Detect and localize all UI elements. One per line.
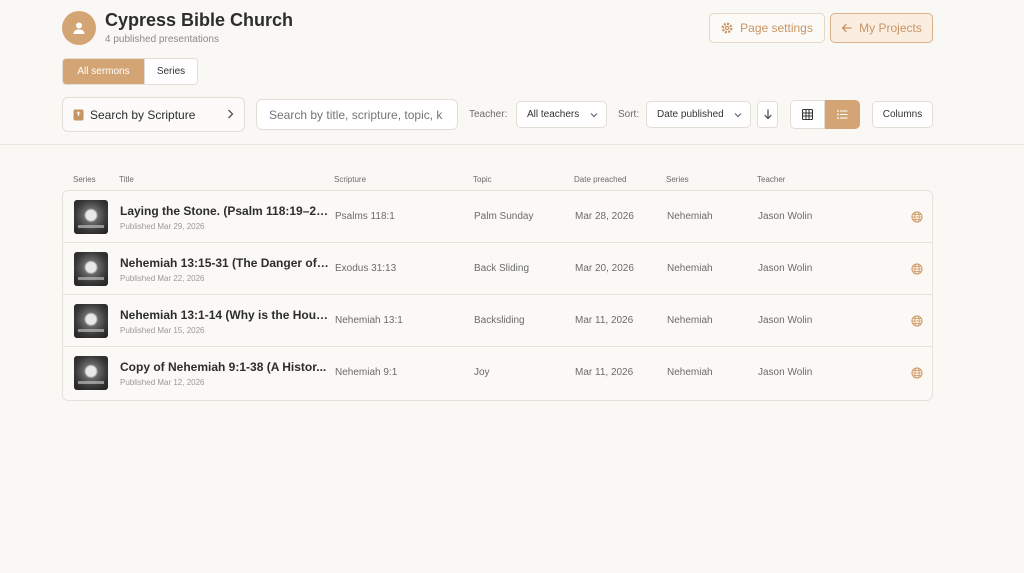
column-header-scripture[interactable]: Scripture (334, 175, 366, 184)
topic-cell: Palm Sunday (474, 211, 534, 222)
arrow-down-icon (763, 109, 772, 120)
published-date: Published Mar 22, 2026 (120, 274, 205, 283)
teacher-cell: Jason Wolin (758, 315, 813, 326)
scripture-cell: Nehemiah 13:1 (335, 315, 403, 326)
list-icon (837, 110, 848, 119)
view-tabs: All sermons Series (62, 58, 198, 85)
tab-all-sermons[interactable]: All sermons (63, 59, 144, 84)
series-thumbnail (74, 252, 108, 286)
search-by-scripture-label: Search by Scripture (90, 107, 196, 122)
sort-select[interactable]: Date published (646, 101, 751, 128)
gear-icon (721, 22, 733, 34)
teacher-select-value: All teachers (527, 109, 580, 120)
bible-icon (73, 109, 84, 120)
sermon-title[interactable]: Copy of Nehemiah 9:1-38 (A Histor... (120, 360, 330, 374)
presentation-count: 4 published presentations (105, 34, 219, 45)
sermon-title[interactable]: Nehemiah 13:1-14 (Why is the Hous... (120, 308, 330, 322)
list-view-button[interactable] (825, 100, 860, 129)
page-title: Cypress Bible Church (105, 10, 294, 30)
table-row[interactable]: Laying the Stone. (Psalm 118:19–26;... P… (63, 191, 932, 243)
series-cell: Nehemiah (667, 315, 713, 326)
my-projects-label: My Projects (859, 21, 922, 35)
sort-label: Sort: (618, 109, 640, 120)
topic-cell: Joy (474, 367, 490, 378)
date-preached-cell: Mar 11, 2026 (575, 367, 634, 378)
globe-icon[interactable] (911, 211, 923, 223)
columns-button[interactable]: Columns (872, 101, 933, 128)
topic-cell: Backsliding (474, 315, 525, 326)
globe-icon[interactable] (911, 367, 923, 379)
column-header-series-thumb[interactable]: Series (73, 175, 96, 184)
globe-icon[interactable] (911, 263, 923, 275)
scripture-cell: Nehemiah 9:1 (335, 367, 398, 378)
series-cell: Nehemiah (667, 263, 713, 274)
tab-series[interactable]: Series (144, 59, 197, 84)
sort-select-value: Date published (657, 109, 724, 120)
scripture-cell: Exodus 31:13 (335, 263, 397, 274)
globe-icon[interactable] (911, 315, 923, 327)
divider (0, 144, 1024, 145)
column-header-title[interactable]: Title (119, 175, 134, 184)
table-row[interactable]: Nehemiah 13:15-31 (The Danger of ... Pub… (63, 243, 932, 295)
table-row[interactable]: Copy of Nehemiah 9:1-38 (A Histor... Pub… (63, 347, 932, 399)
arrow-left-icon (842, 23, 852, 33)
page-settings-button[interactable]: Page settings (709, 13, 825, 43)
published-date: Published Mar 15, 2026 (120, 326, 205, 335)
date-preached-cell: Mar 28, 2026 (575, 211, 634, 222)
teacher-cell: Jason Wolin (758, 367, 813, 378)
date-preached-cell: Mar 11, 2026 (575, 315, 634, 326)
user-icon (73, 22, 85, 34)
published-date: Published Mar 29, 2026 (120, 222, 205, 231)
teacher-label: Teacher: (469, 109, 508, 120)
grid-icon (802, 109, 813, 120)
avatar (62, 11, 96, 45)
teacher-cell: Jason Wolin (758, 211, 813, 222)
column-header-series[interactable]: Series (666, 175, 689, 184)
series-cell: Nehemiah (667, 211, 713, 222)
grid-view-button[interactable] (790, 100, 825, 129)
teacher-cell: Jason Wolin (758, 263, 813, 274)
sermon-title[interactable]: Laying the Stone. (Psalm 118:19–26;... (120, 204, 330, 218)
series-thumbnail (74, 304, 108, 338)
sort-direction-button[interactable] (757, 101, 778, 128)
series-thumbnail (74, 356, 108, 390)
scripture-cell: Psalms 118:1 (335, 211, 395, 222)
page-settings-label: Page settings (740, 21, 813, 35)
topic-cell: Back Sliding (474, 263, 530, 274)
sermon-title[interactable]: Nehemiah 13:15-31 (The Danger of ... (120, 256, 330, 270)
teacher-select[interactable]: All teachers (516, 101, 607, 128)
table-row[interactable]: Nehemiah 13:1-14 (Why is the Hous... Pub… (63, 295, 932, 347)
column-header-topic[interactable]: Topic (473, 175, 492, 184)
series-cell: Nehemiah (667, 367, 713, 378)
chevron-right-icon (227, 108, 234, 122)
sermons-table: Laying the Stone. (Psalm 118:19–26;... P… (62, 190, 933, 401)
series-thumbnail (74, 200, 108, 234)
date-preached-cell: Mar 20, 2026 (575, 263, 634, 274)
search-by-scripture-button[interactable]: Search by Scripture (62, 97, 245, 132)
column-header-date-preached[interactable]: Date preached (574, 175, 626, 184)
chevron-down-icon (590, 110, 598, 120)
published-date: Published Mar 12, 2026 (120, 378, 205, 387)
search-input[interactable] (256, 99, 458, 130)
chevron-down-icon (734, 110, 742, 120)
my-projects-button[interactable]: My Projects (830, 13, 933, 43)
column-header-teacher[interactable]: Teacher (757, 175, 785, 184)
